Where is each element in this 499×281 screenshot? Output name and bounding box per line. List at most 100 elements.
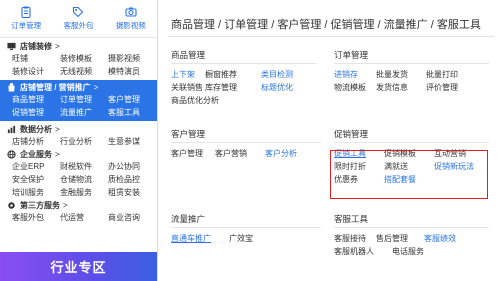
card-link[interactable]: 商品优化分析	[171, 95, 219, 106]
section-data-analysis: 数据分析 > 店铺分析 行业分析 生意参谋	[0, 123, 157, 148]
section-title: 店铺管理 / 营销推广	[20, 82, 91, 92]
menu-link[interactable]: 质检品控	[108, 174, 156, 185]
menu-link[interactable]: 金融服务	[60, 187, 108, 198]
menu-link[interactable]: 流量推广	[60, 107, 108, 118]
tag-icon	[73, 6, 84, 18]
card-link[interactable]: 进销存	[334, 69, 376, 80]
menu-link[interactable]: 财税软件	[60, 161, 108, 172]
card-link[interactable]: 广效宝	[229, 233, 253, 244]
section-row: 客服外包 代运营 商业咨询	[0, 211, 157, 224]
main-panel: 商品管理 / 订单管理 / 客户管理 / 促销管理 / 流量推广 / 客服工具 …	[159, 0, 499, 281]
tab-customer-service-outsourcing[interactable]: 客服外包	[52, 0, 104, 37]
card-title: 客户管理	[171, 129, 206, 139]
section-store-decoration: 店铺装修 > 旺铺 装修模板 摄影视频 装修设计 无线视频 模特演员	[0, 38, 157, 78]
menu-link[interactable]: 装修设计	[12, 66, 60, 77]
card-link[interactable]: 类目检测	[261, 69, 293, 80]
card-link[interactable]: 物流模板	[334, 82, 376, 93]
menu-link[interactable]: 仓储物流	[60, 174, 108, 185]
chevron-right-icon: >	[55, 149, 60, 159]
card-link[interactable]: 橱窗推荐	[205, 69, 261, 80]
menu-link[interactable]: 订单管理	[60, 94, 108, 105]
card-link[interactable]: 库存管理	[205, 82, 261, 93]
chevron-right-icon: >	[55, 124, 60, 134]
menu-link[interactable]: 商业咨询	[108, 212, 156, 223]
card-link[interactable]: 客户管理	[171, 148, 215, 159]
card-link[interactable]: 批量发货	[376, 69, 426, 80]
menu-link[interactable]: 培训服务	[12, 187, 60, 198]
divider	[334, 142, 489, 143]
section-row: 企业ERP 财税软件 办公协同	[0, 160, 157, 173]
card-traffic-promotion: 流量推广 直通车推广 广效宝	[171, 213, 321, 245]
sidebar-top-tabs: 订单管理 客服外包 摄影视频	[0, 0, 157, 38]
section-row: 促销管理 流量推广 客服工具	[0, 106, 157, 119]
clipboard-icon	[21, 6, 31, 18]
tab-label: 订单管理	[11, 21, 42, 30]
card-link[interactable]: 电话服务	[392, 246, 424, 257]
card-link[interactable]: 客服接待	[334, 233, 376, 244]
menu-link[interactable]: 摄影视频	[108, 53, 156, 64]
section-row: 装修设计 无线视频 模特演员	[0, 65, 157, 78]
section-header[interactable]: 数据分析 >	[0, 123, 157, 135]
card-link[interactable]: 售后管理	[376, 233, 424, 244]
menu-link[interactable]: 店铺分析	[12, 136, 60, 147]
menu-link[interactable]: 办公协同	[108, 161, 156, 172]
card-link[interactable]: 客服绩效	[424, 233, 456, 244]
card-link[interactable]: 批量打印	[426, 69, 458, 80]
chevron-right-icon: >	[93, 82, 99, 92]
card-service-tools: 客服工具 客服接待 售后管理 客服绩效 客服机器人 电话服务	[334, 213, 489, 258]
card-link[interactable]: 直通车推广	[171, 233, 229, 244]
divider	[171, 63, 317, 64]
camera-icon	[125, 7, 137, 17]
card-row: 关联销售 库存管理 标题优化	[171, 81, 317, 94]
card-link[interactable]: 上下架	[171, 69, 205, 80]
card-link[interactable]: 发货信息	[376, 82, 426, 93]
menu-link[interactable]: 无线视频	[60, 66, 108, 77]
card-row: 客服接待 售后管理 客服绩效	[334, 232, 489, 245]
card-link[interactable]: 关联销售	[171, 82, 205, 93]
menu-link[interactable]: 客服工具	[108, 107, 156, 118]
card-row: 客户管理 客户营销 客户分析	[171, 147, 321, 160]
menu-link[interactable]: 安全保护	[12, 174, 60, 185]
card-order-management: 订单管理 进销存 批量发货 批量打印 物流模板 发货信息 评价管理	[334, 49, 489, 94]
card-product-management: 商品管理 上下架 橱窗推荐 类目检测 关联销售 库存管理 标题优化 商品优化分析	[171, 49, 317, 107]
menu-link[interactable]: 租赁安装	[108, 187, 156, 198]
tab-photo-video[interactable]: 摄影视频	[105, 0, 157, 37]
menu-link[interactable]: 行业分析	[60, 136, 108, 147]
chevron-right-icon: >	[63, 200, 68, 210]
section-title: 企业服务	[20, 149, 52, 159]
card-link[interactable]: 评价管理	[426, 82, 458, 93]
sidebar: 订单管理 客服外包 摄影视频 店铺装修 > 旺铺 装修模板 摄影视频 装修设计 …	[0, 0, 158, 281]
card-link[interactable]: 标题优化	[261, 82, 293, 93]
tab-order-management[interactable]: 订单管理	[0, 0, 52, 37]
card-link[interactable]: 客户分析	[265, 148, 297, 159]
card-row: 直通车推广 广效宝	[171, 232, 321, 245]
section-title: 店铺装修	[20, 41, 52, 51]
section-header[interactable]: 第三方服务 >	[0, 199, 157, 211]
section-title: 数据分析	[20, 124, 52, 134]
card-title: 促销管理	[334, 129, 369, 139]
industry-zone-banner[interactable]: 行业专区	[0, 252, 157, 281]
section-header[interactable]: 企业服务 >	[0, 148, 157, 160]
menu-link[interactable]: 企业ERP	[12, 161, 60, 172]
menu-link[interactable]: 商品管理	[12, 94, 60, 105]
card-row: 上下架 橱窗推荐 类目检测	[171, 68, 317, 81]
divider	[334, 63, 489, 64]
card-row: 商品优化分析	[171, 94, 317, 107]
card-title: 订单管理	[334, 50, 369, 60]
section-header[interactable]: 店铺管理 / 营销推广 >	[0, 81, 157, 93]
menu-link[interactable]: 客户管理	[108, 94, 156, 105]
menu-link[interactable]: 模特演员	[108, 66, 156, 77]
card-row: 进销存 批量发货 批量打印	[334, 68, 489, 81]
menu-link[interactable]: 客服外包	[12, 212, 60, 223]
highlight-box	[330, 150, 488, 199]
menu-link[interactable]: 旺铺	[12, 53, 60, 64]
card-title: 商品管理	[171, 50, 206, 60]
menu-link[interactable]: 代运营	[60, 212, 108, 223]
card-link[interactable]: 客服机器人	[334, 246, 392, 257]
menu-link[interactable]: 促销管理	[12, 107, 60, 118]
menu-link[interactable]: 生意参谋	[108, 136, 156, 147]
section-header[interactable]: 店铺装修 >	[0, 40, 157, 52]
card-link[interactable]: 客户营销	[215, 148, 265, 159]
menu-link[interactable]: 装修模板	[60, 53, 108, 64]
monitor-icon	[7, 42, 16, 51]
